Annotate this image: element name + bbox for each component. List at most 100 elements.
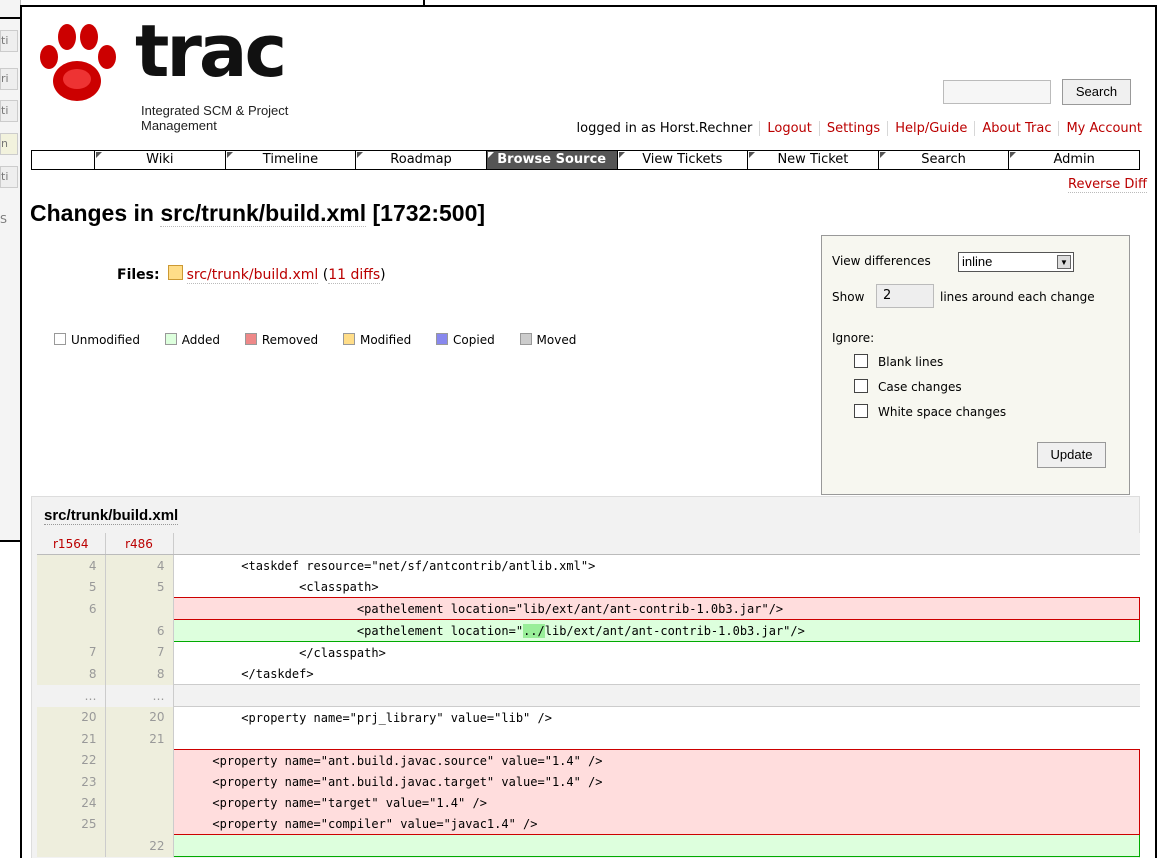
diff-line-content: <property name="compiler" value="javac1.…: [172, 813, 1140, 835]
new-line-number: [105, 749, 174, 771]
legend-item: Moved: [519, 333, 577, 347]
legend-label: Moved: [536, 333, 577, 347]
title-prefix: Changes in: [30, 200, 161, 226]
old-line-number: 4: [37, 554, 106, 576]
diff-line-content: <pathelement location="lib/ext/ant/ant-c…: [172, 597, 1140, 620]
about-trac-link[interactable]: About Trac: [974, 121, 1059, 136]
new-line-number: 7: [105, 641, 174, 663]
nav-view-tickets[interactable]: View Tickets: [616, 151, 748, 169]
legend-swatch: [436, 333, 449, 345]
old-line-number: 21: [37, 728, 106, 750]
diff-row-rem: 22 <property name="ant.build.javac.sourc…: [37, 749, 1140, 771]
nav-admin[interactable]: Admin: [1008, 151, 1139, 169]
new-line-number: 8: [105, 663, 174, 685]
new-line-number: 6: [105, 619, 174, 642]
checkbox-label: Blank lines: [878, 355, 944, 369]
nav-wiki[interactable]: Wiki: [94, 151, 225, 169]
old-line-number: 8: [37, 663, 106, 685]
dropdown-arrow-icon[interactable]: ▼: [1057, 255, 1071, 269]
checkbox-icon[interactable]: [854, 354, 868, 368]
diff-row-add: 22: [37, 834, 1140, 857]
diff-row-ctx: 21 21: [37, 728, 1140, 750]
new-line-number: 22: [105, 834, 174, 857]
legend-swatch: [54, 333, 66, 345]
diff-line-content: [172, 834, 1140, 857]
new-line-number: [105, 813, 174, 835]
old-line-number: 5: [37, 576, 106, 598]
diff-line-content: </classpath>: [173, 641, 1140, 663]
logo-tagline: Integrated SCM & Project Management: [141, 103, 289, 133]
diff-legend: Unmodified Added Removed Modified Copied…: [54, 333, 597, 347]
view-differences-select[interactable]: inline ▼: [958, 252, 1074, 272]
search-input[interactable]: [943, 80, 1051, 104]
old-line-number: 23: [37, 771, 106, 792]
legend-item: Unmodified: [54, 333, 140, 347]
diff-table: r1564 r486 44 <taskdef resource="net/sf/…: [37, 533, 1140, 857]
diff-file-title[interactable]: src/trunk/build.xml: [44, 507, 179, 525]
new-rev-link[interactable]: r486: [105, 533, 174, 555]
old-line-number: 6: [37, 597, 106, 620]
line-text: <pathelement location=": [183, 623, 524, 638]
meta-nav: logged in as Horst.Rechner Logout Settings…: [577, 121, 1149, 136]
nav-roadmap[interactable]: Roadmap: [355, 151, 486, 169]
main-nav: Wiki Timeline Roadmap Browse Source View…: [31, 150, 1140, 170]
new-line-number: [105, 771, 174, 792]
diff-line-content: <pathelement location="../lib/ext/ant/an…: [172, 619, 1140, 642]
legend-label: Copied: [453, 333, 495, 347]
diff-row-ctx: 20 20 <property name="prj_library" value=…: [37, 706, 1140, 728]
modified-file-icon: [167, 265, 183, 280]
file-link[interactable]: src/trunk/build.xml: [186, 267, 319, 284]
old-rev-link[interactable]: r1564: [37, 533, 106, 555]
new-line-number: [105, 597, 174, 620]
title-rev: [1732:500]: [366, 200, 486, 226]
update-button[interactable]: Update: [1037, 442, 1106, 468]
logged-in-user: logged in as Horst.Rechner: [576, 121, 753, 136]
background-tab: ti: [0, 30, 18, 52]
nav-search[interactable]: Search: [877, 151, 1009, 169]
background-window: ti ri ti n ti S: [0, 0, 21, 540]
new-line-number: …: [105, 684, 174, 707]
diff-row-skip: ……: [37, 684, 1140, 707]
my-account-link[interactable]: My Account: [1058, 121, 1149, 136]
checkbox-icon[interactable]: [854, 404, 868, 418]
inserted-text: ../: [523, 623, 545, 638]
ignore-whitespace-checkbox[interactable]: White space changes: [854, 404, 1006, 419]
ignore-case-changes-checkbox[interactable]: Case changes: [854, 379, 962, 394]
diffs-close-paren: ): [380, 267, 386, 283]
diff-line-content: <property name="ant.build.javac.target" …: [172, 771, 1140, 792]
settings-link[interactable]: Settings: [818, 121, 888, 136]
view-differences-label: View differences: [832, 254, 931, 268]
nav-new-ticket[interactable]: New Ticket: [747, 151, 878, 169]
legend-item: Added: [164, 333, 220, 347]
paw-icon: [40, 24, 116, 101]
logout-link[interactable]: Logout: [759, 121, 819, 136]
new-line-number: 20: [105, 706, 174, 728]
title-path-link[interactable]: src/trunk/build.xml: [160, 200, 367, 227]
old-line-number: [37, 619, 106, 642]
nav-timeline[interactable]: Timeline: [224, 151, 356, 169]
diff-line-content: [173, 728, 1140, 750]
trac-window: trac Integrated SCM & Project Management…: [20, 5, 1157, 858]
ignore-blank-lines-checkbox[interactable]: Blank lines: [854, 354, 943, 369]
diff-row-rem: 6 <pathelement location="lib/ext/ant/ant…: [37, 597, 1140, 620]
legend-label: Unmodified: [71, 333, 140, 347]
legend-item: Modified: [342, 333, 411, 347]
checkbox-icon[interactable]: [854, 379, 868, 393]
nav-browse-source[interactable]: Browse Source: [485, 151, 617, 169]
help-guide-link[interactable]: Help/Guide: [887, 121, 975, 136]
legend-swatch: [342, 333, 355, 345]
reverse-diff-link[interactable]: Reverse Diff: [1068, 177, 1147, 193]
old-line-number: 7: [37, 641, 106, 663]
search-button[interactable]: Search: [1062, 79, 1131, 105]
diffs-count-link[interactable]: 11 diffs: [328, 267, 381, 284]
diff-row-rem: 23 <property name="ant.build.javac.targe…: [37, 771, 1140, 792]
background-tab: ti: [0, 166, 18, 188]
logo-wordmark: trac: [135, 9, 287, 93]
context-lines-input[interactable]: 2: [876, 284, 934, 308]
new-line-number: [105, 792, 174, 813]
diff-row-rem: 24 <property name="target" value="1.4" /…: [37, 792, 1140, 813]
background-tab: ti: [0, 100, 18, 122]
diff-row-ctx: 88 </taskdef>: [37, 663, 1140, 685]
trac-logo[interactable]: trac Integrated SCM & Project Management: [37, 9, 367, 133]
diff-header-blank: [173, 533, 1140, 555]
